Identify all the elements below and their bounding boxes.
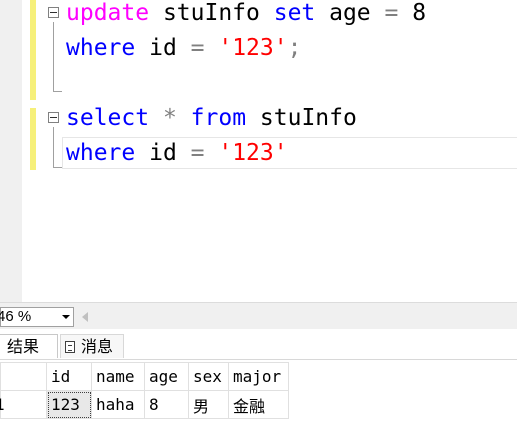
code-token: age (315, 0, 385, 26)
code-token: '123' (218, 140, 288, 166)
tab-results-label: 结果 (7, 337, 40, 356)
outline-guide (53, 127, 54, 168)
tab-messages[interactable]: 消息 (60, 334, 124, 358)
column-header-name[interactable]: name (91, 362, 145, 391)
column-header-age[interactable]: age (144, 362, 189, 391)
cell-name[interactable]: haha (91, 390, 145, 419)
table-row[interactable]: 1 123 haha 8 男 金融 (0, 390, 289, 419)
outline-guide-end (53, 167, 62, 168)
cell-major[interactable]: 金融 (228, 390, 289, 419)
tab-results[interactable]: 结果 (0, 334, 58, 358)
cell-sex[interactable]: 男 (188, 390, 229, 419)
cell-id[interactable]: 123 (46, 390, 92, 419)
outline-guide-end (53, 91, 62, 92)
code-line[interactable]: where id = '123' (66, 138, 288, 168)
collapse-icon[interactable] (48, 112, 59, 123)
zoom-dropdown[interactable]: 46 % (0, 307, 74, 327)
messages-icon (65, 341, 75, 353)
editor-left-margin (0, 0, 22, 302)
row-number-header[interactable] (0, 362, 47, 391)
zoom-value: 46 % (0, 308, 32, 325)
code-token: = (384, 0, 399, 26)
dropdown-arrow-icon[interactable] (62, 315, 70, 319)
cell-age[interactable]: 8 (144, 390, 189, 419)
code-token: update (66, 0, 150, 26)
code-token: select (66, 105, 150, 131)
code-line[interactable]: select * from stuInfo (66, 103, 357, 133)
outline-guide (53, 22, 54, 92)
code-line[interactable]: where id = '123'; (66, 33, 301, 63)
scroll-left-icon[interactable] (82, 312, 88, 322)
code-token: where (66, 140, 136, 166)
code-token: stuInfo (149, 0, 274, 26)
code-token: ; (287, 35, 302, 61)
grid-header-row: id name age sex major (0, 362, 289, 391)
editor-status-bar: 46 % (0, 302, 517, 329)
code-token: where (66, 35, 136, 61)
code-token: stuInfo (246, 105, 357, 131)
code-token: * (162, 105, 177, 131)
code-token: = (190, 35, 205, 61)
change-tracking-bar (30, 0, 36, 100)
code-token: set (273, 0, 316, 26)
code-token: 8 (398, 0, 427, 26)
collapse-icon[interactable] (48, 7, 59, 18)
column-header-major[interactable]: major (228, 362, 289, 391)
column-header-sex[interactable]: sex (188, 362, 229, 391)
code-token: = (190, 140, 205, 166)
change-tracking-bar (30, 108, 36, 170)
results-grid[interactable]: id name age sex major 1 123 haha 8 男 金融 (0, 362, 289, 419)
column-header-id[interactable]: id (46, 362, 92, 391)
row-number[interactable]: 1 (0, 390, 47, 419)
code-token: id (135, 35, 191, 61)
code-token: '123' (218, 35, 288, 61)
code-token: id (135, 140, 191, 166)
tab-messages-label: 消息 (81, 337, 114, 356)
code-token: from (190, 105, 247, 131)
query-editor[interactable]: update stuInfo set age = 8 where id = '1… (0, 0, 517, 302)
results-tab-bar: 结果 消息 (0, 330, 517, 360)
code-line[interactable]: update stuInfo set age = 8 (66, 0, 426, 28)
